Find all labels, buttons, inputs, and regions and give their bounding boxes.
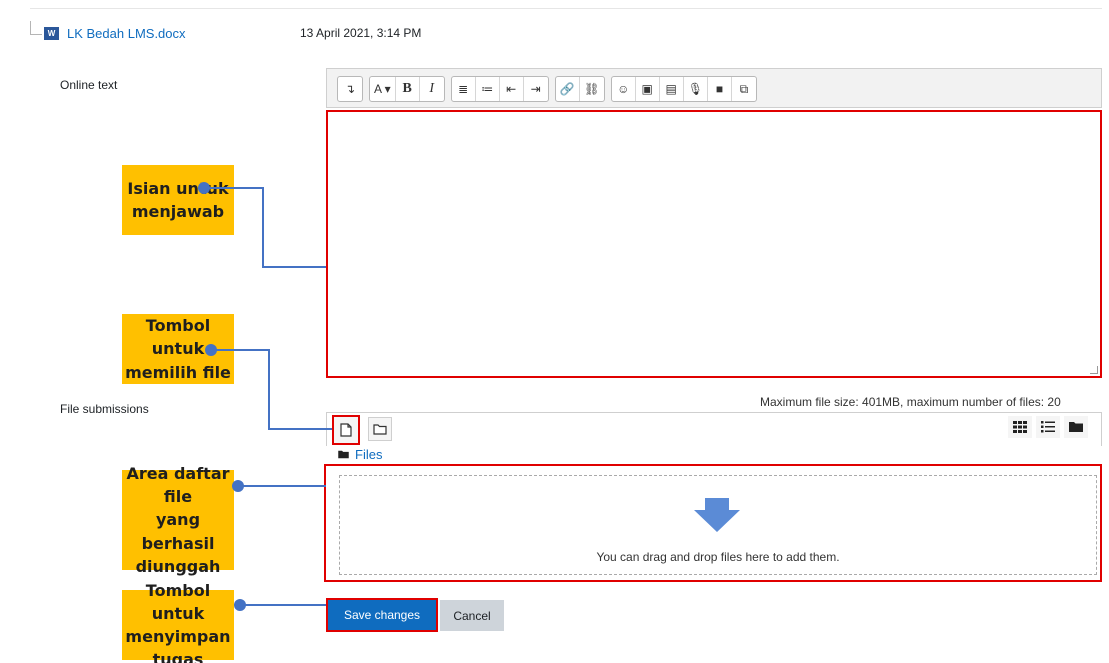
record-audio-icon[interactable]: 🎙 [684, 77, 708, 101]
callout-text: Tombol untuk [145, 580, 211, 623]
connector-line [244, 604, 326, 606]
connector-line [262, 187, 264, 267]
toolbar-group-links: 🔗 ⛓ [554, 76, 605, 102]
file-link[interactable]: LK Bedah LMS.docx [67, 26, 186, 41]
record-video-icon[interactable]: ■ [708, 77, 732, 101]
bold-button[interactable]: B [396, 77, 420, 101]
resize-handle[interactable] [1090, 366, 1098, 374]
create-folder-button[interactable] [368, 417, 392, 441]
callout-text: yang berhasil [141, 510, 215, 553]
manage-files-icon[interactable]: ⧉ [732, 77, 756, 101]
view-toggle-group [1008, 416, 1088, 438]
callout-text: Tombol untuk [145, 316, 211, 359]
toolbar-group-expand: ↴ [337, 76, 363, 102]
media-icon[interactable]: ▤ [660, 77, 684, 101]
file-limits-text: Maximum file size: 401MB, maximum number… [760, 395, 1061, 409]
add-file-button[interactable] [332, 415, 360, 445]
connector-line [242, 485, 326, 487]
connector-line [268, 428, 332, 430]
callout-text: menyimpan tugas [125, 627, 231, 663]
editor-toolbar: ↴ A ▾ B I ≣ ≔ ⇤ ⇥ 🔗 ⛓ ☺ ▣ ▤ 🎙 ■ ⧉ [326, 68, 1102, 108]
connector-line [262, 266, 326, 268]
connector-line [268, 349, 270, 429]
file-icon [340, 423, 352, 437]
paragraph-style-button[interactable]: A ▾ [370, 77, 396, 101]
indent-icon[interactable]: ⇥ [524, 77, 548, 101]
emoji-icon[interactable]: ☺ [612, 77, 636, 101]
folder-icon [373, 424, 387, 435]
outdent-icon[interactable]: ⇤ [500, 77, 524, 101]
callout-text: Area daftar file [126, 464, 230, 507]
callout-file-list: Area daftar file yang berhasil diunggah [122, 464, 234, 576]
link-icon[interactable]: 🔗 [556, 77, 580, 101]
tree-view-icon[interactable] [1064, 416, 1088, 438]
file-submissions-label: File submissions [60, 402, 149, 416]
ordered-list-icon[interactable]: ≔ [476, 77, 500, 101]
tree-connector [30, 21, 42, 35]
unlink-icon[interactable]: ⛓ [580, 77, 604, 101]
toolbar-group-media: ☺ ▣ ▤ 🎙 ■ ⧉ [610, 76, 757, 102]
save-button-label: Save changes [330, 602, 434, 628]
file-date: 13 April 2021, 3:14 PM [300, 26, 422, 40]
folder-icon [338, 450, 349, 459]
drop-zone-text: You can drag and drop files here to add … [596, 550, 840, 564]
unordered-list-icon[interactable]: ≣ [452, 77, 476, 101]
arrow-down-icon [694, 498, 740, 532]
callout-text: memilih file [125, 362, 231, 382]
show-more-buttons-icon[interactable]: ↴ [338, 77, 362, 101]
path-files-link[interactable]: Files [355, 447, 382, 462]
callout-save-task: Tombol untuk menyimpan tugas [122, 581, 234, 663]
top-divider [30, 8, 1102, 9]
online-text-label: Online text [60, 78, 118, 92]
image-icon[interactable]: ▣ [636, 77, 660, 101]
toolbar-group-style: A ▾ B I [369, 76, 445, 102]
grid-view-icon[interactable] [1008, 416, 1032, 438]
filemanager-toolbar [326, 412, 1102, 446]
list-view-icon[interactable] [1036, 416, 1060, 438]
online-text-editor[interactable] [326, 110, 1102, 378]
callout-text: menjawab [131, 202, 225, 221]
cancel-button[interactable]: Cancel [440, 600, 504, 631]
italic-button[interactable]: I [420, 77, 444, 101]
connector-line [208, 187, 264, 189]
callout-text: diunggah [135, 556, 221, 576]
callout-answer-area: Isian untuk menjawab [122, 165, 234, 235]
filemanager-path: Files [338, 447, 382, 462]
word-file-icon: W [44, 26, 59, 40]
toolbar-group-lists: ≣ ≔ ⇤ ⇥ [450, 76, 549, 102]
connector-line [215, 349, 270, 351]
save-changes-button[interactable]: Save changes [326, 598, 438, 632]
file-entry: W LK Bedah LMS.docx [30, 21, 186, 44]
